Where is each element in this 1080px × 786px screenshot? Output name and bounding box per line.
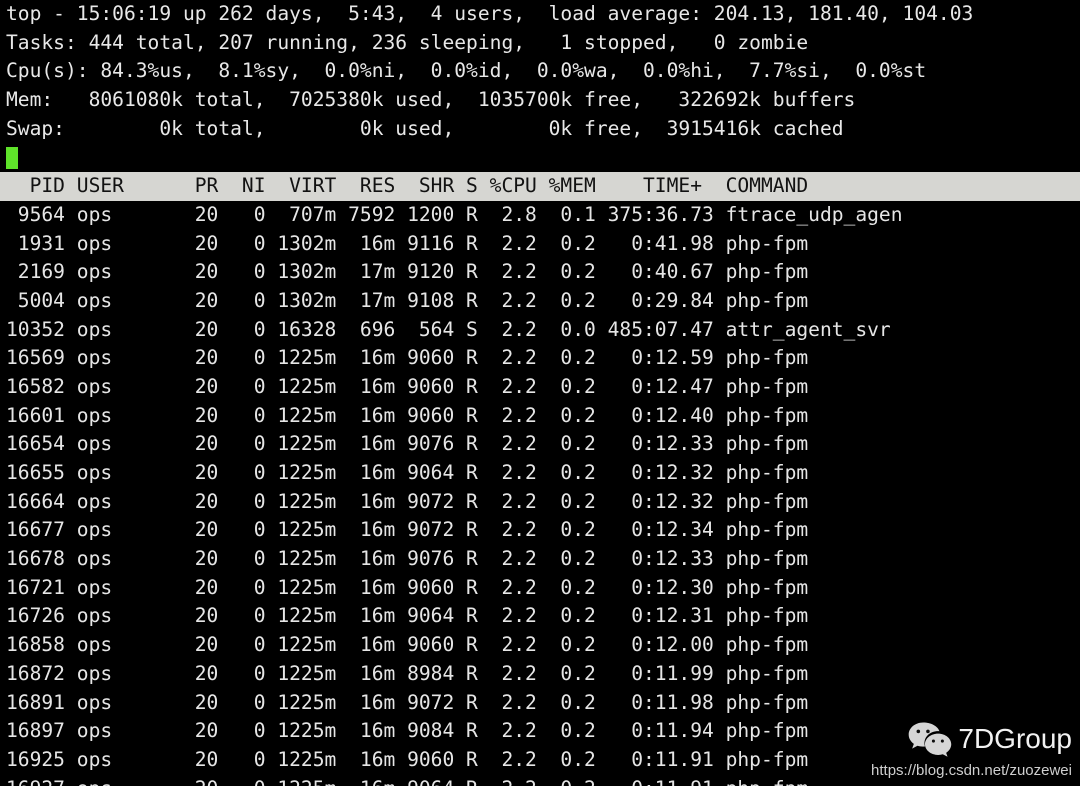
table-row[interactable]: 1931 ops 20 0 1302m 16m 9116 R 2.2 0.2 0…: [0, 230, 1080, 259]
table-row[interactable]: 10352 ops 20 0 16328 696 564 S 2.2 0.0 4…: [0, 316, 1080, 345]
table-row[interactable]: 16927 ops 20 0 1225m 16m 9064 R 2.2 0.2 …: [0, 775, 1080, 786]
table-row[interactable]: 5004 ops 20 0 1302m 17m 9108 R 2.2 0.2 0…: [0, 287, 1080, 316]
cpu-line: Cpu(s): 84.3%us, 8.1%sy, 0.0%ni, 0.0%id,…: [6, 59, 927, 83]
table-row[interactable]: 16678 ops 20 0 1225m 16m 9076 R 2.2 0.2 …: [0, 545, 1080, 574]
table-row[interactable]: 16601 ops 20 0 1225m 16m 9060 R 2.2 0.2 …: [0, 402, 1080, 431]
terminal-window[interactable]: top - 15:06:19 up 262 days, 5:43, 4 user…: [0, 0, 1080, 786]
table-row[interactable]: 2169 ops 20 0 1302m 17m 9120 R 2.2 0.2 0…: [0, 258, 1080, 287]
process-table-header: PID USER PR NI VIRT RES SHR S %CPU %MEM …: [0, 172, 1080, 201]
table-row[interactable]: 16925 ops 20 0 1225m 16m 9060 R 2.2 0.2 …: [0, 746, 1080, 775]
table-row[interactable]: 16664 ops 20 0 1225m 16m 9072 R 2.2 0.2 …: [0, 488, 1080, 517]
block-cursor: [6, 146, 18, 169]
table-row[interactable]: 16872 ops 20 0 1225m 16m 8984 R 2.2 0.2 …: [0, 660, 1080, 689]
table-row[interactable]: 16655 ops 20 0 1225m 16m 9064 R 2.2 0.2 …: [0, 459, 1080, 488]
process-table-body[interactable]: 9564 ops 20 0 707m 7592 1200 R 2.8 0.1 3…: [0, 201, 1080, 786]
table-row[interactable]: 16891 ops 20 0 1225m 16m 9072 R 2.2 0.2 …: [0, 689, 1080, 718]
table-row[interactable]: 16721 ops 20 0 1225m 16m 9060 R 2.2 0.2 …: [0, 574, 1080, 603]
table-row[interactable]: 16897 ops 20 0 1225m 16m 9084 R 2.2 0.2 …: [0, 717, 1080, 746]
table-row[interactable]: 9564 ops 20 0 707m 7592 1200 R 2.8 0.1 3…: [0, 201, 1080, 230]
terminal-cursor-row: [0, 143, 1080, 172]
swap-line: Swap: 0k total, 0k used, 0k free, 391541…: [6, 116, 844, 140]
top-summary-block: top - 15:06:19 up 262 days, 5:43, 4 user…: [0, 0, 1080, 143]
table-row[interactable]: 16858 ops 20 0 1225m 16m 9060 R 2.2 0.2 …: [0, 631, 1080, 660]
uptime-load-line: top - 15:06:19 up 262 days, 5:43, 4 user…: [6, 2, 974, 25]
tasks-line: Tasks: 444 total, 207 running, 236 sleep…: [6, 30, 809, 54]
table-row[interactable]: 16726 ops 20 0 1225m 16m 9064 R 2.2 0.2 …: [0, 602, 1080, 631]
table-row[interactable]: 16677 ops 20 0 1225m 16m 9072 R 2.2 0.2 …: [0, 516, 1080, 545]
memory-line: Mem: 8061080k total, 7025380k used, 1035…: [6, 88, 856, 112]
table-row[interactable]: 16654 ops 20 0 1225m 16m 9076 R 2.2 0.2 …: [0, 430, 1080, 459]
table-row[interactable]: 16569 ops 20 0 1225m 16m 9060 R 2.2 0.2 …: [0, 344, 1080, 373]
table-row[interactable]: 16582 ops 20 0 1225m 16m 9060 R 2.2 0.2 …: [0, 373, 1080, 402]
